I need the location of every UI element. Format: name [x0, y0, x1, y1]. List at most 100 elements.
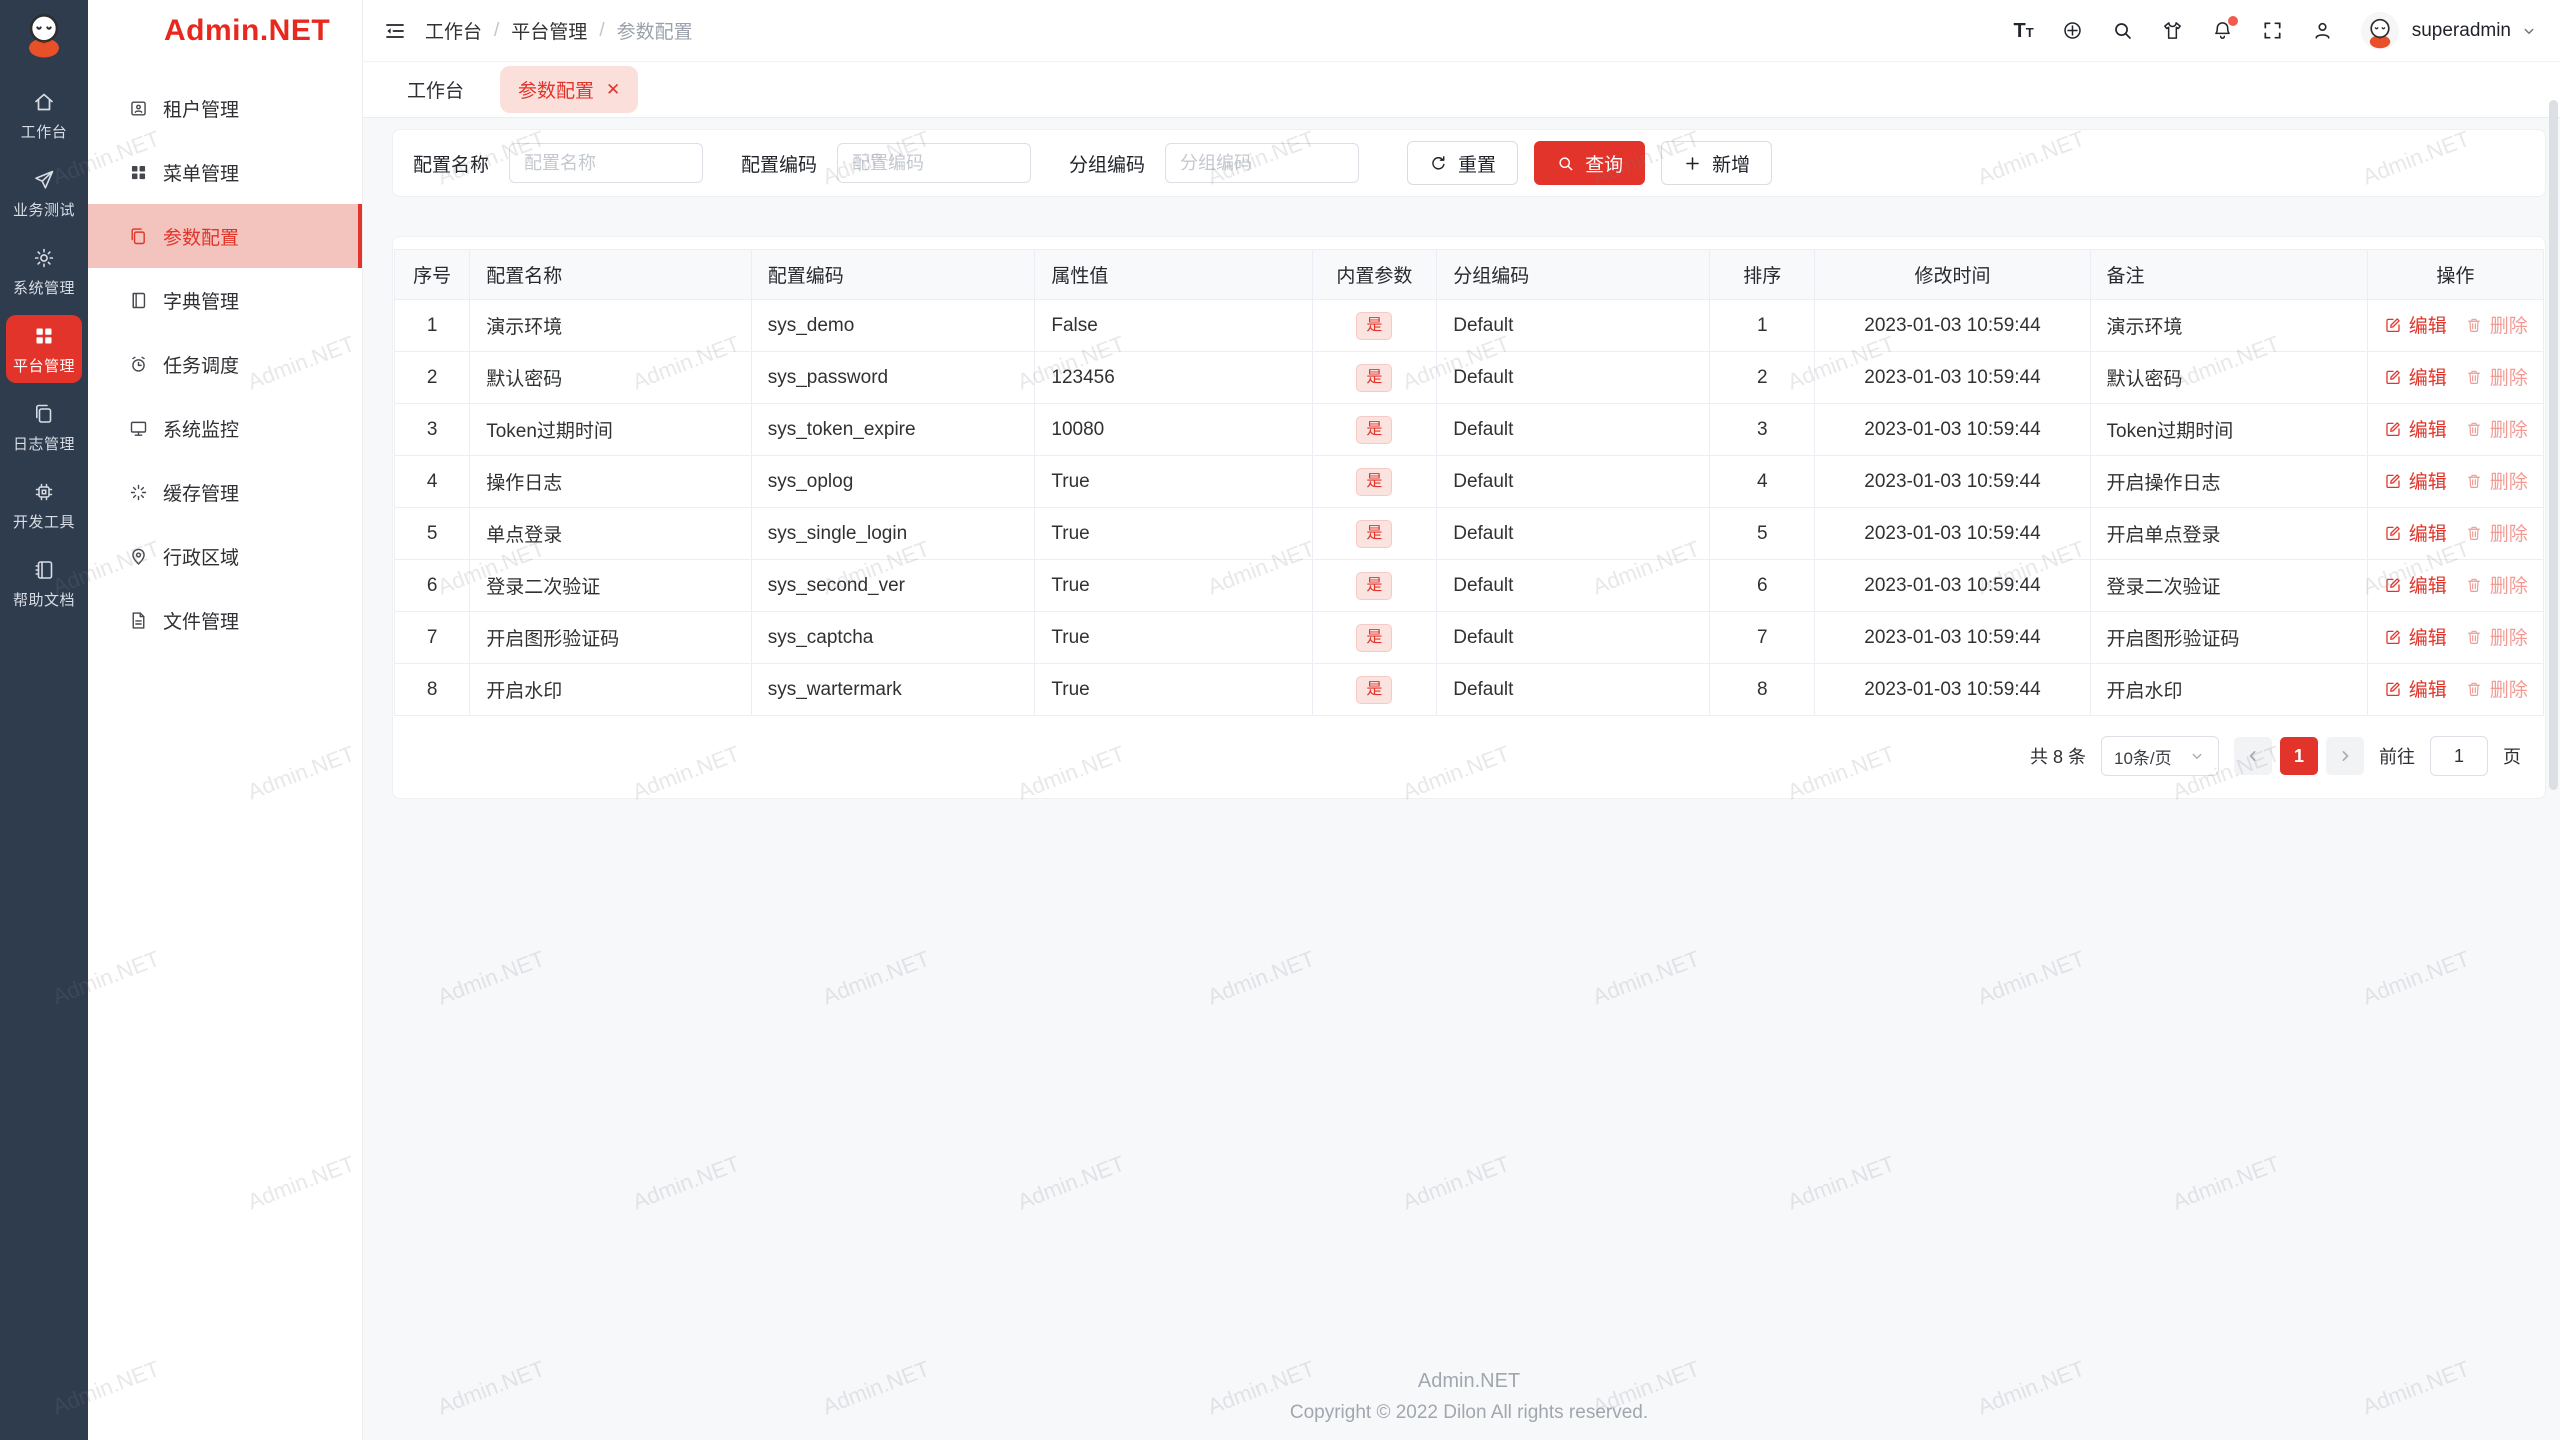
prev-page-button[interactable]	[2234, 737, 2272, 775]
edit-button[interactable]: 编辑	[2384, 363, 2447, 390]
edit-button[interactable]: 编辑	[2384, 623, 2447, 650]
query-button-label: 查询	[1585, 154, 1624, 176]
cell-remark: 默认密码	[2089, 351, 2368, 404]
close-tab-icon[interactable]: ✕	[606, 81, 620, 98]
app-logo-mascot-icon[interactable]	[19, 10, 69, 60]
delete-button[interactable]: 删除	[2465, 415, 2528, 442]
rail-item-send[interactable]: 业务测试	[6, 159, 82, 227]
sidebar-item-label: 任务调度	[163, 355, 240, 377]
rail-item-gear[interactable]: 系统管理	[6, 237, 82, 305]
profile-icon[interactable]	[2311, 19, 2334, 42]
vertical-scrollbar[interactable]	[2549, 100, 2558, 790]
config-name-input[interactable]	[509, 143, 704, 183]
edit-button[interactable]: 编辑	[2384, 571, 2447, 598]
breadcrumb-item[interactable]: 平台管理	[511, 17, 587, 44]
delete-button[interactable]: 删除	[2465, 571, 2528, 598]
search-field: 配置编码	[741, 143, 1032, 183]
theme-icon[interactable]	[2161, 19, 2184, 42]
search-field: 配置名称	[413, 143, 704, 183]
rail-item-home[interactable]: 工作台	[6, 81, 82, 149]
rail-item-grid[interactable]: 平台管理	[6, 315, 82, 383]
edit-label: 编辑	[2408, 680, 2447, 702]
tenant-icon	[128, 98, 149, 119]
add-button-label: 新增	[1712, 154, 1751, 176]
file-icon	[128, 610, 149, 631]
cell-name: 默认密码	[469, 351, 752, 404]
cell-index: 7	[393, 611, 471, 664]
language-icon[interactable]	[2061, 19, 2084, 42]
table-row: 4 操作日志 sys_oplog True 是 Default 4 2023-01-03 10…	[393, 455, 2545, 508]
rail-item-label: 开发工具	[12, 514, 75, 531]
breadcrumb-item[interactable]: 工作台	[425, 17, 482, 44]
table-row: 2 默认密码 sys_password 123456 是 Default 2 2023-01-…	[393, 351, 2545, 404]
sidebar-item[interactable]: 任务调度	[88, 332, 362, 396]
sidebar-item[interactable]: 字典管理	[88, 268, 362, 332]
builtin-tag: 是	[1356, 623, 1393, 652]
collapse-sidebar-icon[interactable]	[383, 19, 407, 43]
font-size-icon[interactable]: TT	[2014, 21, 2034, 41]
edit-button[interactable]: 编辑	[2384, 311, 2447, 338]
delete-button[interactable]: 删除	[2465, 519, 2528, 546]
chevron-right-icon	[2335, 746, 2355, 766]
delete-button[interactable]: 删除	[2465, 675, 2528, 702]
edit-button[interactable]: 编辑	[2384, 519, 2447, 546]
fullscreen-icon[interactable]	[2261, 19, 2284, 42]
cell-group: Default	[1436, 351, 1711, 404]
notification-icon[interactable]	[2211, 16, 2238, 42]
edit-icon	[2384, 420, 2402, 438]
delete-button[interactable]: 删除	[2465, 623, 2528, 650]
edit-label: 编辑	[2408, 628, 2447, 650]
table-row: 8 开启水印 sys_wartermark True 是 Default 8 2023-01-…	[393, 663, 2545, 716]
sidebar-item[interactable]: 系统监控	[88, 396, 362, 460]
builtin-tag: 是	[1356, 467, 1393, 496]
chevron-down-icon[interactable]	[2520, 22, 2538, 40]
edit-button[interactable]: 编辑	[2384, 467, 2447, 494]
tab-active[interactable]: 参数配置 ✕	[500, 66, 639, 113]
sidebar-item[interactable]: 参数配置	[88, 204, 362, 268]
grid-icon	[32, 324, 56, 348]
sidebar-item[interactable]: 租户管理	[88, 76, 362, 140]
edit-button[interactable]: 编辑	[2384, 675, 2447, 702]
cell-value: 123456	[1034, 351, 1313, 404]
cache-icon	[128, 482, 149, 503]
group-code-input[interactable]	[1165, 143, 1360, 183]
rail-item-chip[interactable]: 开发工具	[6, 471, 82, 539]
tab-item[interactable]: 工作台	[401, 66, 470, 113]
delete-button[interactable]: 删除	[2465, 311, 2528, 338]
search-icon[interactable]	[2111, 19, 2134, 42]
rail-item-book[interactable]: 帮助文档	[6, 549, 82, 617]
row-actions: 编辑 删除	[2384, 623, 2528, 650]
edit-label: 编辑	[2408, 420, 2447, 442]
user-avatar[interactable]	[2360, 11, 2399, 50]
goto-page-input[interactable]	[2430, 736, 2488, 776]
page-size-select[interactable]: 10条/页	[2101, 736, 2219, 776]
delete-label: 删除	[2489, 472, 2528, 494]
cell-actions: 编辑 删除	[2366, 507, 2545, 560]
sidebar: Admin.NET 租户管理 菜单管理 参数配置 字典管理 任务调度 系统监控 缓存管理 行政…	[88, 0, 363, 1440]
add-button[interactable]: 新增	[1661, 141, 1773, 185]
username-dropdown[interactable]: superadmin	[2412, 20, 2511, 42]
delete-label: 删除	[2489, 576, 2528, 598]
edit-button[interactable]: 编辑	[2384, 415, 2447, 442]
cell-group: Default	[1436, 559, 1711, 612]
sidebar-item[interactable]: 菜单管理	[88, 140, 362, 204]
dict-icon	[128, 290, 149, 311]
config-code-input[interactable]	[837, 143, 1032, 183]
sidebar-item[interactable]: 文件管理	[88, 588, 362, 652]
rail-item-copy[interactable]: 日志管理	[6, 393, 82, 461]
current-page-button[interactable]: 1	[2280, 737, 2318, 775]
cell-order: 8	[1709, 663, 1816, 716]
mascot-avatar-icon	[2363, 16, 2397, 50]
sidebar-item[interactable]: 缓存管理	[88, 460, 362, 524]
cell-builtin: 是	[1311, 611, 1438, 664]
delete-button[interactable]: 删除	[2465, 467, 2528, 494]
sidebar-item[interactable]: 行政区域	[88, 524, 362, 588]
cell-code: sys_wartermark	[750, 663, 1036, 716]
next-page-button[interactable]	[2326, 737, 2364, 775]
trash-icon	[2465, 576, 2483, 594]
main-area: 工作台 / 平台管理 / 参数配置 TT superadmin 工作台 参数配置 ✕ 配置名称…	[363, 0, 2560, 1440]
delete-button[interactable]: 删除	[2465, 363, 2528, 390]
reset-button[interactable]: 重置	[1407, 141, 1519, 185]
query-button[interactable]: 查询	[1534, 141, 1646, 185]
cell-value: 10080	[1034, 403, 1313, 456]
